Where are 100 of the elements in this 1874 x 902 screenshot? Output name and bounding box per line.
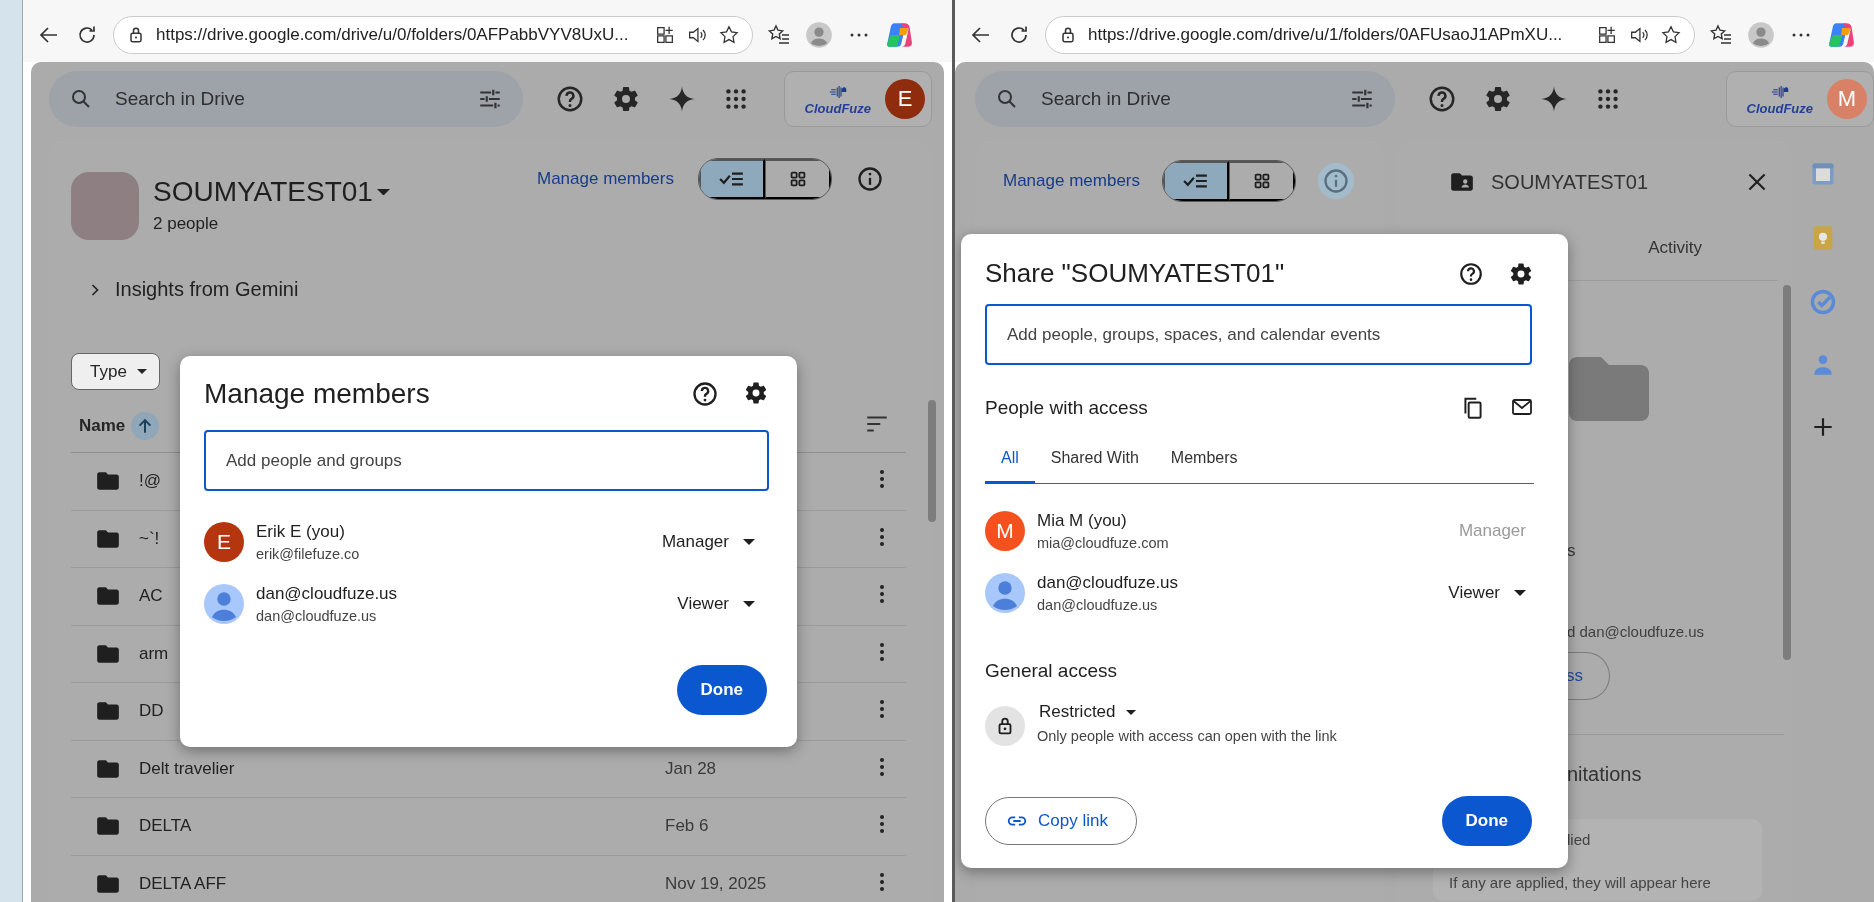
url-text: https://drive.google.com/drive/u/0/folders/0AFPabbVYV8UxU... — [156, 25, 630, 45]
speaker-icon[interactable] — [1628, 24, 1650, 46]
member-count: 2 people — [153, 214, 220, 234]
member-name: Erik E (you) — [256, 522, 346, 542]
address-bar[interactable]: https://drive.google.com/drive/u/1/folders/0AFUsaoJ1APmXU... — [1045, 16, 1695, 54]
help-icon[interactable] — [691, 380, 719, 408]
search-field[interactable]: Search in Drive — [975, 71, 1395, 127]
search-placeholder: Search in Drive — [1041, 88, 1172, 110]
list-view-toggle[interactable] — [699, 159, 765, 199]
favorites-icon[interactable] — [767, 23, 791, 47]
copy-link-button[interactable]: Copy link — [985, 797, 1137, 845]
activity-tab[interactable]: Activity — [1648, 238, 1702, 268]
role-dropdown[interactable]: Viewer — [667, 588, 765, 620]
file-name[interactable]: DELTA AFF — [139, 873, 639, 894]
task-check-icon[interactable] — [1809, 288, 1837, 316]
apps-grid-icon[interactable] — [1595, 86, 1621, 112]
member-email: dan@cloudfuze.us — [1037, 597, 1159, 613]
member-name: Mia M (you) — [1037, 511, 1128, 531]
role-dropdown[interactable]: Viewer — [1438, 577, 1536, 609]
add-people-field[interactable]: Add people and groups — [204, 430, 769, 491]
caret-icon — [136, 369, 147, 374]
member-avatar: E — [204, 522, 244, 562]
profile-icon[interactable] — [805, 21, 833, 49]
column-header[interactable]: Name — [79, 416, 126, 436]
section-heading: People with access — [985, 397, 1149, 419]
modified-date: Nov 19, 2025 — [665, 873, 768, 894]
member-email: erik@filefuze.co — [256, 546, 361, 562]
photo-placeholder — [71, 172, 139, 240]
role-dropdown[interactable]: Manager — [651, 526, 765, 558]
member-avatar: M — [985, 511, 1025, 551]
access-summary: d dan@cloudfuze.us — [1567, 623, 1705, 640]
member-email: dan@cloudfuze.us — [256, 608, 378, 624]
done-button[interactable]: Done — [1441, 796, 1532, 846]
member-name: dan@cloudfuze.us — [1037, 573, 1180, 593]
help-icon[interactable] — [1458, 260, 1484, 287]
note-title: lied — [1567, 831, 1592, 848]
favorites-icon[interactable] — [1709, 23, 1733, 47]
person-avatar-icon — [204, 584, 244, 624]
file-name[interactable]: DELTA — [139, 816, 639, 837]
caret-icon — [1514, 590, 1526, 596]
person-avatar-icon — [985, 573, 1025, 613]
access-tab[interactable]: Shared With — [1034, 437, 1155, 484]
speaker-icon[interactable] — [686, 24, 708, 46]
file-name[interactable]: Delt travelier — [139, 758, 639, 779]
grid-view-toggle[interactable] — [765, 159, 831, 199]
help-icon[interactable] — [555, 84, 585, 114]
grid-view-toggle[interactable] — [1229, 161, 1295, 201]
help-icon[interactable] — [1427, 84, 1457, 114]
add-people-field[interactable]: Add people, groups, spaces, and calendar events — [985, 304, 1532, 365]
caret-icon — [376, 188, 390, 196]
address-bar[interactable]: https://drive.google.com/drive/u/0/folders/0AFPabbVYV8UxU... — [113, 16, 753, 54]
search-placeholder: Search in Drive — [115, 88, 246, 110]
dialog-title: Manage members — [204, 378, 431, 410]
caret-icon — [743, 601, 755, 607]
manage-members-link[interactable]: Manage members — [537, 169, 674, 189]
member-name: dan@cloudfuze.us — [256, 584, 399, 604]
filter-chip[interactable]: Type — [71, 353, 160, 390]
apps-grid-icon[interactable] — [723, 86, 749, 112]
access-tab[interactable]: All — [985, 437, 1035, 484]
text-fragment: s — [1567, 541, 1577, 561]
details-title: SOUMYATEST01 — [1491, 170, 1650, 194]
account-switcher[interactable]: CloudFuze M — [1725, 71, 1874, 127]
settings-icon[interactable] — [611, 84, 641, 114]
info-button[interactable] — [1318, 163, 1354, 199]
caret-icon — [1125, 709, 1136, 715]
list-view-toggle[interactable] — [1163, 161, 1229, 201]
section-heading: General access — [985, 660, 1118, 682]
dialog-title: Share "SOUMYATEST01" — [985, 258, 1286, 289]
brand-logo-text: CloudFuze — [1746, 100, 1813, 116]
url-text: https://drive.google.com/drive/u/1/folders/0AFUsaoJ1APmXU... — [1088, 25, 1564, 45]
scrollbar[interactable] — [1783, 285, 1791, 660]
add-tab-icon[interactable] — [1596, 24, 1618, 46]
scrollbar[interactable] — [928, 400, 936, 522]
profile-icon[interactable] — [1747, 21, 1775, 49]
account-switcher[interactable]: CloudFuze E — [783, 71, 932, 127]
copilot-icon[interactable] — [885, 21, 913, 49]
caret-icon — [743, 539, 755, 545]
modified-date: Jan 28 — [665, 758, 718, 779]
access-level-dropdown[interactable]: Restricted — [1037, 698, 1337, 722]
done-button[interactable]: Done — [676, 665, 767, 715]
manage-members-link[interactable]: Manage members — [1003, 171, 1140, 191]
folder-title[interactable]: SOUMYATEST01 — [153, 176, 390, 208]
brand-logo-text: CloudFuze — [804, 100, 871, 116]
copilot-icon[interactable] — [1827, 21, 1855, 49]
search-field[interactable]: Search in Drive — [49, 71, 523, 127]
insights-toggle[interactable]: Insights from Gemini — [71, 278, 932, 301]
account-avatar[interactable]: E — [885, 79, 925, 119]
info-icon — [1322, 167, 1350, 195]
settings-icon[interactable] — [743, 380, 769, 406]
note-text: If any are applied, they will appear here — [1449, 874, 1712, 891]
member-email: mia@cloudfuze.com — [1037, 535, 1170, 551]
settings-icon[interactable] — [1483, 84, 1513, 114]
info-icon[interactable] — [856, 165, 884, 193]
access-tab[interactable]: Members — [1154, 437, 1254, 484]
star-icon[interactable] — [718, 24, 740, 46]
add-tab-icon[interactable] — [654, 24, 676, 46]
access-description: Only people with access can open with the link — [1037, 728, 1337, 744]
star-icon[interactable] — [1660, 24, 1682, 46]
section-heading: nitations — [1567, 763, 1643, 786]
modified-date: Feb 6 — [665, 816, 710, 837]
